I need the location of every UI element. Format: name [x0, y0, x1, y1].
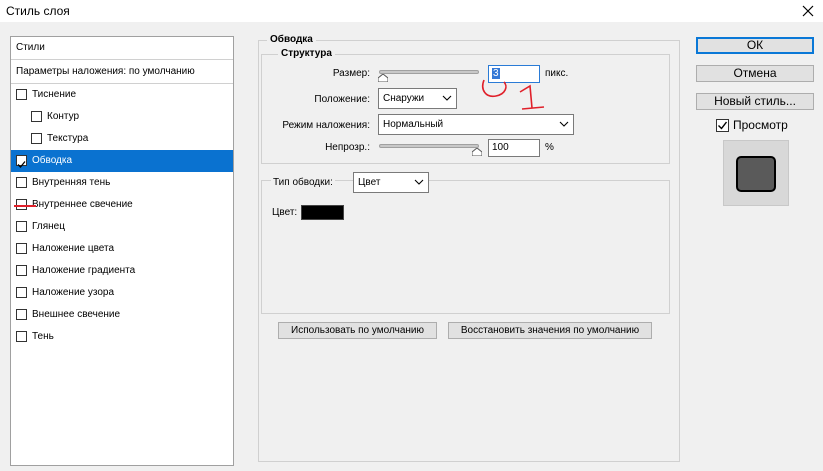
style-item-label: Внешнее свечение	[32, 309, 121, 320]
title-bar: Стиль слоя	[0, 0, 823, 22]
style-item-label: Контур	[47, 111, 80, 122]
style-item[interactable]: Глянец	[11, 216, 233, 238]
window-title: Стиль слоя	[6, 4, 70, 18]
style-item-label: Тень	[32, 331, 54, 342]
chevron-down-icon	[414, 179, 424, 185]
size-slider-thumb[interactable]	[378, 74, 388, 82]
style-item[interactable]: Наложение цвета	[11, 238, 233, 260]
style-item-checkbox[interactable]	[16, 155, 27, 168]
position-value: Снаружи	[383, 93, 425, 104]
style-item-label: Внутренняя тень	[32, 177, 111, 188]
blending-options-default[interactable]: Параметры наложения: по умолчанию	[11, 61, 233, 83]
blend-mode-label: Режим наложения:	[282, 120, 370, 131]
style-item-label: Внутреннее свечение	[32, 199, 133, 210]
position-label: Положение:	[314, 94, 370, 105]
style-item-checkbox[interactable]	[16, 221, 27, 232]
style-item[interactable]: Внутренняя тень	[11, 172, 233, 194]
style-item[interactable]: Текстура	[11, 128, 233, 150]
preview-toggle[interactable]: Просмотр	[716, 118, 816, 134]
style-item[interactable]: Наложение градиента	[11, 260, 233, 282]
reset-to-default-button[interactable]: Восстановить значения по умолчанию	[448, 322, 652, 339]
style-item-label: Текстура	[47, 133, 89, 144]
divider	[11, 59, 233, 60]
position-select[interactable]: Снаружи	[378, 88, 457, 109]
style-item[interactable]: Обводка	[11, 150, 233, 172]
annotation-underline	[14, 205, 36, 207]
style-item[interactable]: Контур	[11, 106, 233, 128]
style-item-checkbox[interactable]	[16, 89, 27, 100]
structure-title: Структура	[278, 48, 335, 59]
style-item-checkbox[interactable]	[16, 243, 27, 254]
stroke-section: Обводка Структура Размер: 3 пикс. Положе…	[258, 34, 680, 462]
style-item[interactable]: Тиснение	[11, 84, 233, 106]
style-item[interactable]: Внешнее свечение	[11, 304, 233, 326]
preview-label: Просмотр	[733, 118, 788, 132]
fill-type-label: Тип обводки:	[271, 177, 335, 188]
checkbox-icon	[17, 161, 26, 168]
preview-swatch	[736, 156, 776, 192]
size-slider-track[interactable]	[379, 70, 479, 74]
close-button[interactable]	[799, 2, 817, 20]
fill-type-value: Цвет	[358, 177, 381, 188]
annotation-marks	[481, 79, 545, 110]
opacity-input[interactable]: 100	[488, 139, 540, 157]
style-item-checkbox[interactable]	[31, 133, 42, 144]
opacity-slider-track[interactable]	[379, 144, 479, 148]
fill-type-group: Тип обводки: Цвет Цвет:	[261, 172, 670, 314]
style-item-checkbox[interactable]	[16, 331, 27, 342]
preview-checkbox[interactable]	[716, 119, 729, 132]
new-style-button[interactable]: Новый стиль...	[696, 93, 814, 110]
opacity-label: Непрозр.:	[325, 142, 370, 153]
blend-mode-value: Нормальный	[383, 119, 444, 130]
close-icon	[802, 5, 814, 17]
ok-button[interactable]: ОК	[696, 37, 814, 54]
style-item[interactable]: Тень	[11, 326, 233, 348]
blend-mode-select[interactable]: Нормальный	[378, 114, 574, 135]
style-item[interactable]: Внутреннее свечение	[11, 194, 233, 216]
color-label: Цвет:	[272, 207, 298, 218]
style-item-checkbox[interactable]	[16, 265, 27, 276]
styles-list-panel: Стили Параметры наложения: по умолчанию …	[10, 36, 234, 466]
stroke-section-title: Обводка	[267, 34, 316, 45]
opacity-unit: %	[545, 142, 554, 153]
style-item-label: Тиснение	[32, 89, 77, 100]
style-item[interactable]: Наложение узора	[11, 282, 233, 304]
cancel-button[interactable]: Отмена	[696, 65, 814, 82]
style-item-label: Наложение градиента	[32, 265, 136, 276]
structure-group: Структура Размер: 3 пикс. Положение: Сна…	[261, 48, 670, 164]
checkbox-icon	[718, 121, 728, 130]
style-item-label: Наложение узора	[32, 287, 115, 298]
color-swatch[interactable]	[301, 205, 344, 220]
size-label: Размер:	[332, 68, 370, 79]
make-default-button[interactable]: Использовать по умолчанию	[278, 322, 437, 339]
style-item-checkbox[interactable]	[31, 111, 42, 122]
style-item-checkbox[interactable]	[16, 309, 27, 320]
style-item-label: Обводка	[32, 155, 73, 166]
style-item-label: Глянец	[32, 221, 65, 232]
styles-header[interactable]: Стили	[11, 37, 233, 59]
style-item-checkbox[interactable]	[16, 177, 27, 188]
style-item-checkbox[interactable]	[16, 287, 27, 298]
style-preview	[723, 140, 789, 206]
chevron-down-icon	[559, 121, 569, 127]
opacity-slider-thumb[interactable]	[472, 148, 482, 156]
chevron-down-icon	[442, 95, 452, 101]
style-item-label: Наложение цвета	[32, 243, 115, 254]
fill-type-select[interactable]: Цвет	[353, 172, 429, 193]
